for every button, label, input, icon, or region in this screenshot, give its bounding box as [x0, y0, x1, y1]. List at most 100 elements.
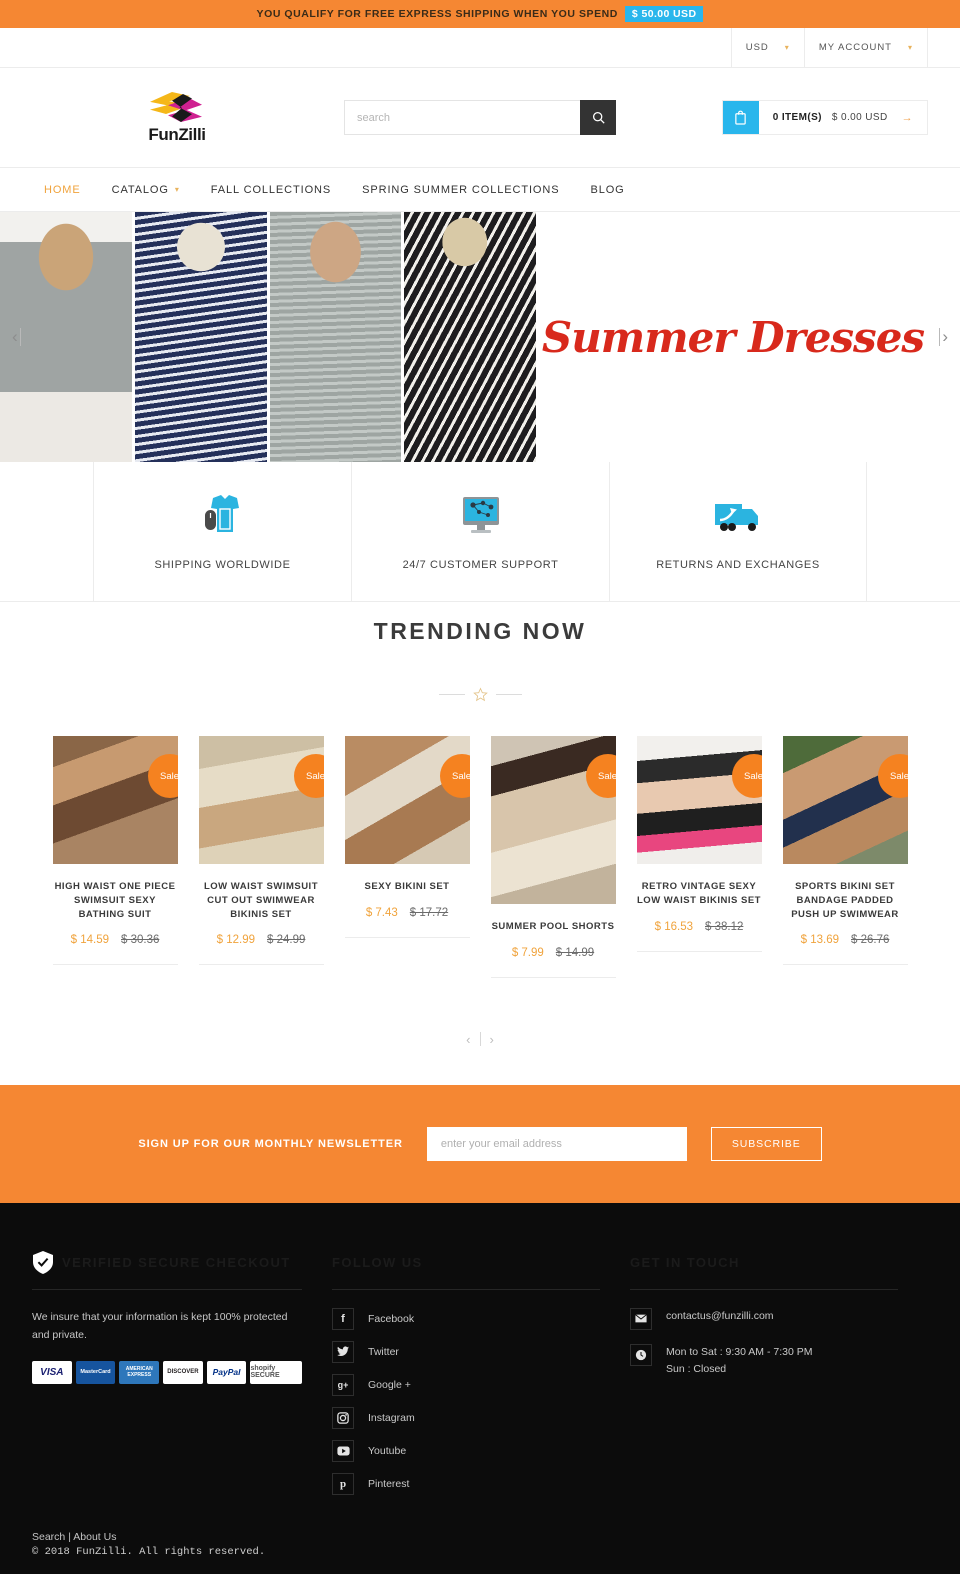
logo-text: FunZilli [148, 125, 206, 144]
nav-item-catalog[interactable]: CATALOG ▾ [112, 184, 180, 196]
divider [198, 964, 324, 966]
logo-bolt-icon [148, 90, 206, 124]
currency-selector[interactable]: USD ▾ [730, 28, 804, 67]
divider [782, 964, 908, 966]
newsletter-email-input[interactable] [426, 1126, 687, 1161]
product-price: $ 16.53 [654, 920, 693, 933]
sale-badge: Sale [293, 754, 324, 798]
social-link-facebook[interactable]: f Facebook [332, 1307, 600, 1330]
price-row: $ 7.99 $ 14.99 [491, 947, 616, 959]
sale-badge: Sale [147, 754, 178, 798]
divider [630, 1288, 898, 1290]
my-account-menu[interactable]: MY ACCOUNT ▾ [803, 28, 928, 67]
product-image[interactable]: Sale [490, 736, 616, 904]
cart-icon-box [722, 101, 759, 134]
feature-label: 24/7 CUSTOMER SUPPORT [402, 559, 559, 572]
search-icon [592, 111, 605, 124]
product-card[interactable]: Sale SPORTS BIKINI SET BANDAGE PADDED PU… [782, 736, 908, 966]
contact-email: contactus@funzilli.com [666, 1309, 774, 1322]
social-link-twitter[interactable]: Twitter [332, 1340, 600, 1363]
delivery-truck-icon [710, 490, 766, 542]
trending-section: TRENDING NOW Sale HIGH WAIST ONE PIECE S… [0, 602, 960, 1047]
hero-photo-3 [269, 212, 402, 462]
cart-item-count: 0 ITEM(S) [772, 112, 822, 123]
product-title: SUMMER POOL SHORTS [491, 921, 615, 932]
product-image[interactable]: Sale [636, 736, 762, 864]
discover-icon: DISCOVER [163, 1360, 203, 1384]
product-image[interactable]: Sale [52, 736, 178, 864]
chevron-left-icon: ‹ [12, 327, 18, 346]
footer-column-follow: FOLLOW US f Facebook Twitter g+ Google + [332, 1243, 630, 1531]
contact-email-row[interactable]: contactus@funzilli.com [630, 1307, 898, 1330]
nav-item-spring-summer-collections[interactable]: SPRING SUMMER COLLECTIONS [362, 184, 559, 196]
product-title: HIGH WAIST ONE PIECE SWIMSUIT SEXY BATHI… [54, 881, 176, 920]
carousel-next-button[interactable]: › [490, 1032, 494, 1047]
section-title: TRENDING NOW [373, 618, 587, 644]
newsletter-label: SIGN UP FOR OUR MONTHLY NEWSLETTER [138, 1137, 403, 1150]
contact-hours: Mon to Sat : 9:30 AM - 7:30 PM Sun : Clo… [666, 1344, 813, 1379]
features-bar: SHIPPING WORLDWIDE 24/7 CUSTOMER SUPPORT… [0, 462, 960, 602]
sale-badge: Sale [731, 754, 762, 798]
chevron-down-icon: ▾ [907, 43, 913, 52]
social-link-instagram[interactable]: Instagram [332, 1406, 600, 1429]
nav-item-home[interactable]: HOME [44, 184, 81, 196]
hero-slider: Summer Dresses ‹ › [0, 212, 960, 462]
footer-heading-follow: FOLLOW US [332, 1255, 423, 1271]
search-box [344, 100, 616, 135]
product-compare-price: $ 17.72 [409, 906, 449, 919]
monitor-support-icon [453, 490, 509, 542]
instagram-icon [332, 1406, 354, 1429]
copyright-text: © 2018 FunZilli. All rights reserved. [32, 1546, 266, 1558]
price-row: $ 13.69 $ 26.76 [783, 934, 908, 946]
arrow-right-icon: → [901, 111, 913, 124]
social-link-google-plus[interactable]: g+ Google + [332, 1373, 600, 1396]
product-image[interactable]: Sale [782, 736, 908, 864]
product-card[interactable]: Sale LOW WAIST SWIMSUIT CUT OUT SWIMWEAR… [198, 736, 324, 966]
subscribe-button[interactable]: SUBSCRIBE [710, 1126, 822, 1161]
social-link-pinterest[interactable]: p Pinterest [332, 1472, 600, 1495]
carousel-prev-button[interactable]: ‹ [466, 1032, 470, 1047]
hero-prev-button[interactable]: ‹ [12, 327, 21, 347]
newsletter-section: SIGN UP FOR OUR MONTHLY NEWSLETTER SUBSC… [0, 1084, 960, 1203]
social-link-youtube[interactable]: Youtube [332, 1439, 600, 1462]
product-compare-price: $ 38.12 [705, 920, 744, 933]
contact-hours-row: Mon to Sat : 9:30 AM - 7:30 PM Sun : Clo… [630, 1343, 898, 1379]
footer-bottom-bar: Search | About Us © 2018 FunZilli. All r… [0, 1531, 960, 1574]
logo[interactable]: FunZilli [32, 90, 322, 145]
feature-returns-exchanges: RETURNS AND EXCHANGES [609, 462, 867, 601]
footer-column-contact: GET IN TOUCH contactus@funzilli.com Mon … [630, 1243, 928, 1531]
product-card[interactable]: Sale RETRO VINTAGE SEXY LOW WAIST BIKINI… [636, 736, 762, 952]
utility-bar: USD ▾ MY ACCOUNT ▾ [0, 28, 960, 68]
main-navigation: HOME CATALOG ▾ FALL COLLECTIONS SPRING S… [0, 168, 960, 212]
paypal-icon: PayPal [206, 1360, 247, 1384]
cart-widget[interactable]: 0 ITEM(S) $ 0.00 USD → [721, 100, 928, 135]
price-row: $ 7.43 $ 17.72 [345, 907, 470, 919]
hero-image-collage [0, 212, 536, 462]
product-carousel: Sale HIGH WAIST ONE PIECE SWIMSUIT SEXY … [0, 702, 960, 978]
product-card[interactable]: Sale HIGH WAIST ONE PIECE SWIMSUIT SEXY … [52, 736, 178, 966]
footer-link-search[interactable]: Search [32, 1531, 65, 1543]
promo-text: YOU QUALIFY FOR FREE EXPRESS SHIPPING WH… [256, 8, 618, 20]
payment-icons: VISA MasterCard AMERICAN EXPRESS DISCOVE… [32, 1360, 303, 1384]
clock-icon [630, 1343, 652, 1366]
search-button[interactable] [580, 100, 616, 135]
footer-column-secure: VERIFIED SECURE CHECKOUT We insure that … [32, 1243, 332, 1531]
product-compare-price: $ 14.99 [555, 946, 595, 959]
footer-link-about-us[interactable]: About Us [73, 1531, 116, 1543]
nav-item-fall-collections[interactable]: FALL COLLECTIONS [211, 184, 331, 196]
cart-area: 0 ITEM(S) $ 0.00 USD → [638, 100, 928, 135]
product-card[interactable]: Sale SEXY BIKINI SET $ 7.43 $ 17.72 [344, 736, 470, 938]
search-input[interactable] [344, 100, 580, 135]
nav-label: SPRING SUMMER COLLECTIONS [362, 183, 560, 196]
product-image[interactable]: Sale [198, 736, 324, 864]
product-card[interactable]: Sale SUMMER POOL SHORTS $ 7.99 $ 14.99 [490, 736, 616, 978]
feature-shipping-worldwide: SHIPPING WORLDWIDE [93, 462, 351, 601]
hero-next-button[interactable]: › [939, 327, 948, 347]
nav-item-blog[interactable]: BLOG [590, 184, 624, 196]
product-title: SPORTS BIKINI SET BANDAGE PADDED PUSH UP… [791, 881, 899, 920]
product-title: RETRO VINTAGE SEXY LOW WAIST BIKINIS SET [637, 881, 761, 906]
promo-amount: $ 50.00 USD [624, 6, 704, 22]
product-image[interactable]: Sale [344, 736, 470, 864]
search-area [322, 100, 638, 135]
sale-badge: Sale [585, 754, 616, 798]
